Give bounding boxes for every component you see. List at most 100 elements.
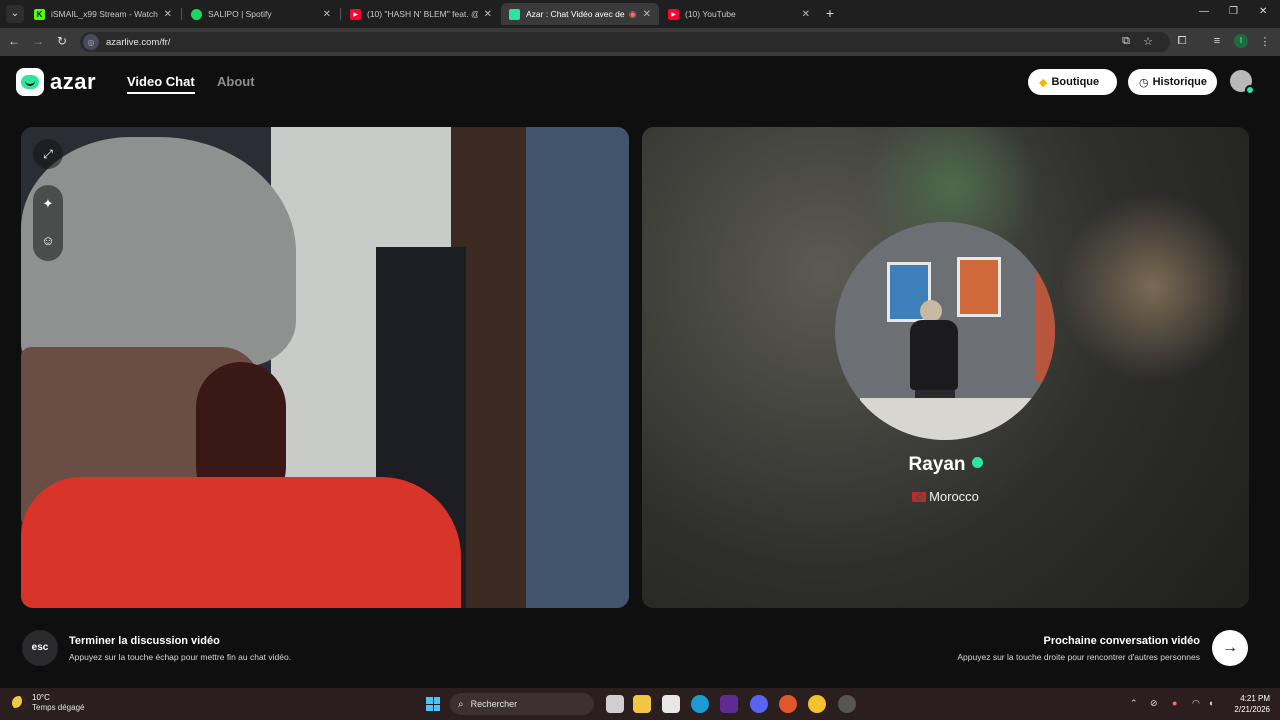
recording-icon: ◉ bbox=[628, 8, 637, 19]
site-header: azar Video Chat About ◆ Boutique ◷ Histo… bbox=[0, 56, 1280, 108]
historique-label: Historique bbox=[1152, 76, 1208, 88]
tab-search-button[interactable]: ⌄ bbox=[6, 5, 24, 23]
youtube-icon: ▶ bbox=[350, 8, 361, 20]
blurred-light bbox=[1062, 187, 1242, 387]
windows-taskbar: 10°C Temps dégagé ⌕ Rechercher ⌃ ⊘ ● ◠ ◖… bbox=[0, 688, 1280, 720]
local-video-panel: ⤢ ✦ ☺ bbox=[21, 127, 629, 608]
end-chat-title: Terminer la discussion vidéo bbox=[69, 635, 220, 647]
close-tab-icon[interactable]: ✕ bbox=[323, 9, 331, 20]
restore-icon[interactable]: ❐ bbox=[1229, 6, 1238, 17]
video-effects-toolbar: ✦ ☺ bbox=[33, 185, 63, 261]
moon-icon bbox=[12, 696, 26, 710]
weather-temperature: 10°C bbox=[32, 693, 50, 702]
browser-tab-kick[interactable]: K iSMAIL_x99 Stream - Watch Live ✕ bbox=[26, 3, 180, 25]
peer-country-text: Morocco bbox=[929, 489, 979, 504]
video-curtain bbox=[526, 127, 629, 608]
azar-logo-icon bbox=[16, 68, 44, 96]
camera-off-icon[interactable]: ⊘ bbox=[1150, 698, 1158, 709]
close-tab-icon[interactable]: ✕ bbox=[484, 9, 492, 20]
bookmark-star-icon[interactable]: ☆ bbox=[1141, 35, 1155, 48]
peer-profile-photo bbox=[835, 222, 1055, 440]
tab-title: iSMAIL_x99 Stream - Watch Live bbox=[51, 9, 158, 19]
browser-tab-strip: ⌄ K iSMAIL_x99 Stream - Watch Live ✕ SAL… bbox=[0, 0, 1280, 28]
browser-toolbar: ← → ↻ ◎ azarlive.com/fr/ ⧉ ☆ ⧠ ≡ ⋮ bbox=[0, 28, 1280, 56]
file-explorer-icon[interactable] bbox=[633, 695, 651, 713]
peer-name-text: Rayan bbox=[908, 454, 966, 475]
weather-condition: Temps dégagé bbox=[32, 703, 85, 712]
window-close-icon[interactable]: ✕ bbox=[1259, 6, 1267, 17]
online-badge bbox=[1245, 85, 1255, 95]
forward-icon[interactable]: → bbox=[30, 34, 46, 48]
volume-icon[interactable]: ◖ bbox=[1208, 698, 1213, 708]
end-chat-button[interactable]: esc bbox=[22, 630, 58, 666]
browser-menu-icon[interactable]: ⋮ bbox=[1258, 35, 1272, 48]
remote-video-panel: Rayan Morocco bbox=[642, 127, 1249, 608]
poster-icon bbox=[957, 257, 1001, 317]
end-chat-hint: Appuyez sur la touche échap pour mettre … bbox=[69, 652, 292, 662]
next-chat-button[interactable]: → bbox=[1212, 630, 1248, 666]
gem-icon: ◆ bbox=[1039, 76, 1048, 89]
site-info-icon[interactable]: ◎ bbox=[83, 34, 99, 50]
tab-title: (10) YouTube bbox=[685, 9, 736, 19]
close-tab-icon[interactable]: ✕ bbox=[643, 9, 651, 20]
wifi-icon[interactable]: ◠ bbox=[1192, 698, 1200, 709]
close-tab-icon[interactable]: ✕ bbox=[164, 9, 172, 20]
address-bar[interactable]: ◎ azarlive.com/fr/ bbox=[80, 32, 1170, 52]
video-red-shirt bbox=[21, 477, 461, 608]
kick-icon: K bbox=[34, 8, 45, 20]
weather-widget[interactable]: 10°C Temps dégagé bbox=[12, 693, 84, 713]
nav-video-chat[interactable]: Video Chat bbox=[127, 74, 195, 94]
user-avatar[interactable] bbox=[1230, 70, 1255, 95]
back-icon[interactable]: ← bbox=[6, 34, 22, 48]
peer-name: Rayan bbox=[642, 454, 1249, 476]
browser-tab-azar[interactable]: Azar : Chat Vidéo avec de ◉ ✕ bbox=[501, 3, 659, 25]
boutique-button[interactable]: ◆ Boutique bbox=[1028, 69, 1117, 95]
microphone-icon[interactable]: ● bbox=[1172, 698, 1177, 708]
media-control-icon[interactable]: ≡ bbox=[1210, 35, 1224, 47]
clock-icon: ◷ bbox=[1139, 76, 1149, 89]
peer-country: Morocco bbox=[642, 489, 1249, 504]
cast-icon[interactable]: ⧉ bbox=[1119, 35, 1133, 48]
youtube-icon: ▶ bbox=[668, 8, 679, 20]
microsoft-store-icon[interactable] bbox=[662, 695, 680, 713]
windows-start-icon[interactable] bbox=[426, 697, 440, 711]
clock-date: 2/21/2026 bbox=[1234, 705, 1270, 714]
new-tab-button[interactable]: + bbox=[822, 5, 838, 21]
browser-tab-youtube[interactable]: ▶ (10) YouTube ✕ bbox=[660, 3, 818, 25]
app-icon[interactable] bbox=[779, 695, 797, 713]
task-view-icon[interactable] bbox=[606, 695, 624, 713]
magic-wand-icon[interactable]: ✦ bbox=[33, 189, 63, 219]
tab-title: Azar : Chat Vidéo avec de bbox=[526, 9, 625, 19]
close-tab-icon[interactable]: ✕ bbox=[802, 9, 810, 20]
edge-icon[interactable] bbox=[691, 695, 709, 713]
minimize-icon[interactable]: — bbox=[1199, 6, 1209, 17]
chrome-icon[interactable] bbox=[808, 695, 826, 713]
discord-icon[interactable] bbox=[750, 695, 768, 713]
logo-text: azar bbox=[50, 69, 97, 94]
extensions-icon[interactable]: ⧠ bbox=[1175, 35, 1189, 48]
azar-logo[interactable]: azar bbox=[16, 68, 96, 96]
face-filter-icon[interactable]: ☺ bbox=[33, 225, 63, 255]
spotify-icon bbox=[191, 8, 202, 20]
reload-icon[interactable]: ↻ bbox=[54, 34, 70, 48]
taskbar-clock[interactable]: 4:21 PM 2/21/2026 bbox=[1226, 693, 1270, 715]
taskbar-search[interactable]: ⌕ Rechercher bbox=[450, 693, 594, 715]
tab-title: SALIPO | Spotify bbox=[208, 9, 272, 19]
browser-tab-youtube-video[interactable]: ▶ (10) "HASH N' BLEM" feat. @un ✕ bbox=[342, 3, 500, 25]
browser-tab-spotify[interactable]: SALIPO | Spotify ✕ bbox=[183, 3, 339, 25]
tray-overflow-icon[interactable]: ⌃ bbox=[1130, 698, 1138, 709]
boutique-label: Boutique bbox=[1051, 76, 1100, 88]
expand-icon[interactable]: ⤢ bbox=[33, 139, 63, 169]
tab-divider bbox=[181, 8, 182, 20]
next-chat-hint: Appuyez sur la touche droite pour rencon… bbox=[957, 652, 1200, 662]
app-icon[interactable] bbox=[838, 695, 856, 713]
clock-time: 4:21 PM bbox=[1240, 694, 1270, 703]
arrow-right-icon: → bbox=[1222, 639, 1238, 656]
historique-button[interactable]: ◷ Historique bbox=[1128, 69, 1217, 95]
browser-profile-avatar[interactable]: I bbox=[1234, 34, 1248, 48]
search-placeholder: Rechercher bbox=[470, 699, 518, 709]
yahoo-icon[interactable] bbox=[720, 695, 738, 713]
nav-about[interactable]: About bbox=[217, 74, 255, 89]
search-icon: ⌕ bbox=[458, 698, 464, 710]
tab-divider bbox=[340, 8, 341, 20]
